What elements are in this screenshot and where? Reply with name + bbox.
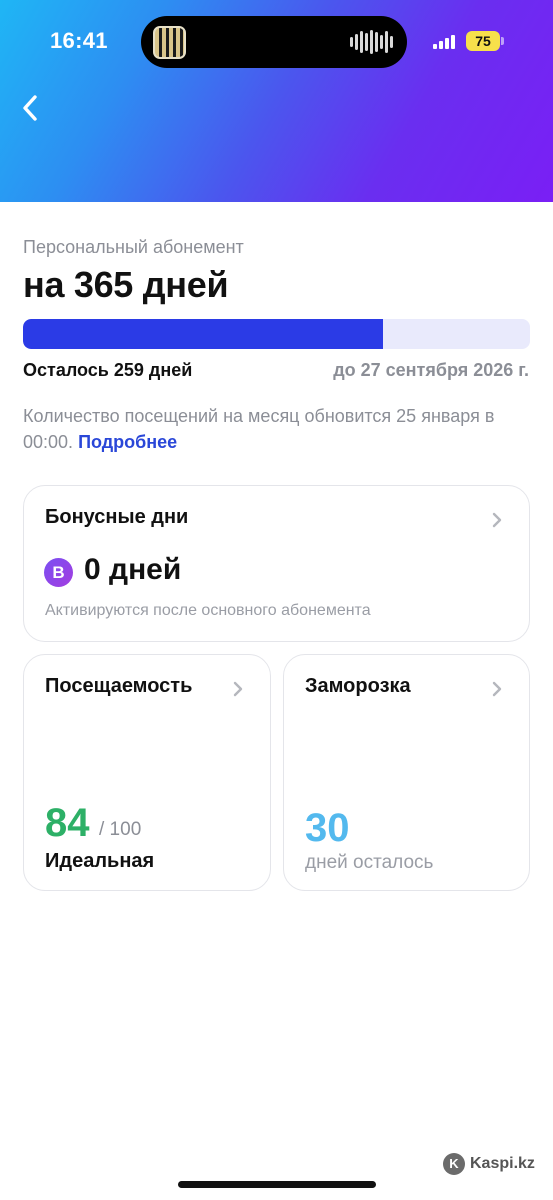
freeze-card[interactable]: Заморозка 30 дней осталось (283, 654, 530, 891)
attendance-score: 84 (45, 801, 90, 845)
expiry-date: до 27 сентября 2026 г. (333, 360, 529, 380)
days-remaining: Осталось 259 дней (23, 360, 193, 380)
now-playing-artwork (153, 26, 186, 59)
bonus-days-note: Активируются после основного абонемента (45, 602, 371, 619)
battery-tip (501, 37, 504, 45)
header-gradient: 16:41 75 (0, 0, 553, 202)
dynamic-island[interactable] (141, 16, 407, 68)
cellular-signal-icon (433, 33, 455, 49)
visits-info: Количество посещений на месяц обновится … (23, 403, 533, 455)
freeze-title: Заморозка (305, 675, 411, 697)
bonus-badge-icon: B (44, 558, 73, 587)
bonus-days-card[interactable]: Бонусные дни B 0 дней Активируются после… (23, 485, 530, 642)
attendance-card[interactable]: Посещаемость 84 / 100 Идеальная (23, 654, 271, 891)
attendance-title: Посещаемость (45, 675, 193, 697)
more-link[interactable]: Подробнее (78, 432, 177, 452)
freeze-days-value: 30 (305, 806, 350, 850)
chevron-right-icon (233, 681, 243, 697)
chevron-left-icon (23, 95, 37, 121)
attendance-rating: Идеальная (45, 850, 155, 872)
membership-subtitle: Персональный абонемент (23, 237, 244, 257)
status-bar: 16:41 75 (0, 0, 553, 80)
kaspi-logo-icon: K (443, 1153, 465, 1175)
bonus-days-title: Бонусные дни (45, 506, 189, 528)
audio-waveform-icon (350, 30, 393, 54)
membership-title: на 365 дней (23, 264, 229, 305)
membership-progress-fill (23, 319, 383, 349)
status-time: 16:41 (50, 28, 108, 53)
chevron-right-icon (492, 512, 502, 528)
freeze-days-label: дней осталось (305, 852, 434, 873)
membership-progress-bar (23, 319, 530, 349)
battery-icon: 75 (466, 31, 500, 51)
home-indicator[interactable] (178, 1181, 376, 1188)
kaspi-watermark-text: Kaspi.kz (470, 1155, 535, 1172)
kaspi-watermark: K Kaspi.kz (443, 1153, 535, 1175)
chevron-right-icon (492, 681, 502, 697)
back-button[interactable] (18, 90, 48, 126)
attendance-max: / 100 (99, 819, 142, 840)
bonus-days-value: 0 дней (84, 553, 182, 586)
